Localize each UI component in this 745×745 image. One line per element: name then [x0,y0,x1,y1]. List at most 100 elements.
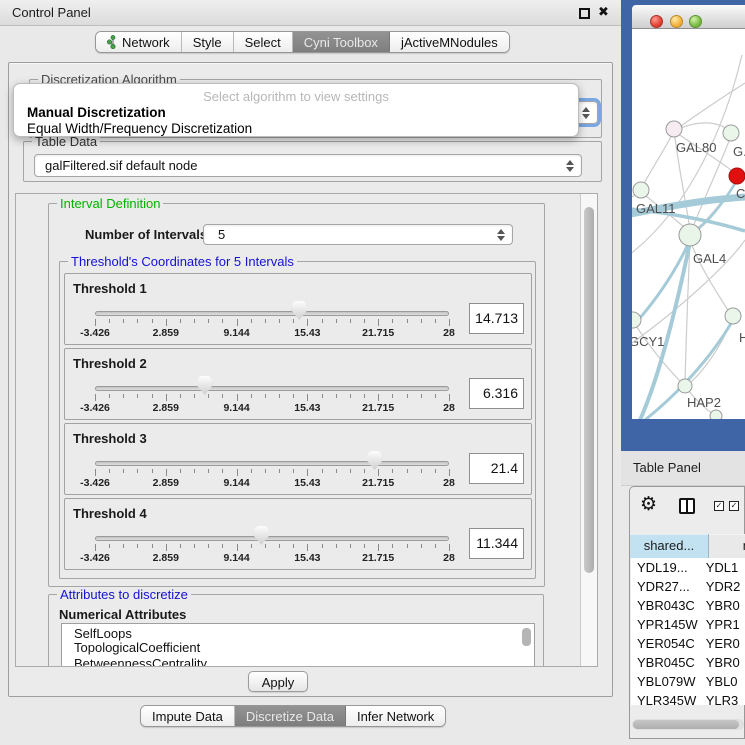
list-item[interactable]: TopologicalCoefficient [62,640,534,656]
slider-thumb[interactable] [197,376,212,395]
columns-icon[interactable] [679,498,695,514]
tick-mark [208,544,209,548]
close-icon[interactable]: ✖ [598,4,609,20]
interval-definition-group: Interval Definition Number of Intervals … [48,203,545,587]
network-node[interactable] [679,224,701,246]
tab-jactivemnodules[interactable]: jActiveMNodules [390,32,509,52]
threshold-value-field[interactable]: 14.713 [469,303,524,334]
table-data-value: galFiltered.sif default node [45,158,197,173]
number-of-intervals-combobox[interactable]: 5 [203,224,513,245]
slider-track[interactable] [95,536,449,541]
table-row[interactable]: YDR27...YDR2 [631,577,745,596]
tab-impute-data[interactable]: Impute Data [141,706,235,726]
network-node[interactable] [710,410,722,419]
network-node[interactable] [725,308,741,324]
tab-infer-network[interactable]: Infer Network [346,706,445,726]
zoom-light-icon[interactable] [689,15,702,28]
network-node[interactable] [666,121,682,137]
tab-cyni-toolbox[interactable]: Cyni Toolbox [293,32,390,52]
table-hscrollbar[interactable] [632,719,744,730]
threshold-label: Threshold 2 [73,356,147,371]
slider-track[interactable] [95,461,449,466]
float-window-icon[interactable] [579,8,590,19]
tick-mark [237,319,238,326]
table-hscrollbar-thumb[interactable] [633,720,739,729]
settings-scrollbar-thumb[interactable] [584,207,594,573]
minimize-light-icon[interactable] [670,15,683,28]
combo-arrows-icon [496,228,505,242]
table-row[interactable]: YLR345WYLR3 [631,691,745,705]
cell-name: YLR3 [706,691,745,705]
table-row[interactable]: YER054CYER0 [631,634,745,653]
tick-mark [152,469,153,473]
list-item[interactable]: SelfLoops [62,624,534,640]
slider-track[interactable] [95,386,449,391]
slider-scale-labels: -3.4262.8599.14415.4321.71528 [95,327,449,339]
cell-name: YBL0 [706,672,745,691]
network-node[interactable] [723,125,739,141]
tab-network[interactable]: Network [96,32,182,52]
tab-style[interactable]: Style [182,32,234,52]
tab-discretize-data[interactable]: Discretize Data [235,706,346,726]
network-node[interactable] [632,312,641,328]
list-scrollbar-thumb[interactable] [522,628,531,646]
network-node-label: G. [733,144,745,159]
slider-thumb[interactable] [367,451,382,470]
threshold-value-field[interactable]: 21.4 [469,453,524,484]
table-row[interactable]: YBR045CYBR0 [631,653,745,672]
table-row[interactable]: YPR145WYPR1 [631,615,745,634]
threshold-value-field[interactable]: 6.316 [469,378,524,409]
table-header-row: shared... n [630,534,745,558]
tick-mark [123,319,124,323]
network-node-label: HAP2 [687,395,721,410]
table-row[interactable]: YBL079WYBL0 [631,672,745,691]
checkbox-icon[interactable]: ✓ [729,501,739,511]
column-header-name[interactable]: n [709,534,745,558]
tab-select[interactable]: Select [234,32,293,52]
settings-scrollpane: Interval Definition Number of Intervals … [15,193,598,667]
thresholds-group: Threshold's Coordinates for 5 Intervals … [59,261,536,579]
numerical-attributes-list[interactable]: SelfLoopsTopologicalCoefficientBetweenne… [61,623,535,667]
threshold-label: Threshold 3 [73,431,147,446]
close-light-icon[interactable] [650,15,663,28]
tick-mark [180,469,181,473]
threshold-value-field[interactable]: 11.344 [469,528,524,559]
tick-mark [109,319,110,323]
list-item[interactable]: BetweennessCentrality [62,656,534,667]
network-node-label: C [736,186,745,201]
dropdown-item-manual[interactable]: Manual Discretization [27,105,166,120]
tick-mark [293,544,294,548]
table-row[interactable]: YDL19...YDL1 [631,558,745,577]
table-data-combobox[interactable]: galFiltered.sif default node [34,154,582,177]
tick-mark [237,394,238,401]
network-node[interactable] [729,168,745,184]
slider-track[interactable] [95,311,449,316]
table-row[interactable]: YBR043CYBR0 [631,596,745,615]
settings-scrollbar[interactable] [580,194,597,666]
scale-label: -3.426 [80,402,110,414]
checkbox-icon[interactable]: ✓ [714,501,724,511]
table-data-group: Table Data galFiltered.sif default node [23,141,602,182]
tick-mark [265,319,266,323]
tick-mark [194,319,195,323]
network-canvas[interactable]: G.GAL80CGAL11GAL4GCY1HHAP2 [632,29,745,419]
tick-mark [421,544,422,548]
dropdown-item-equal-width[interactable]: Equal Width/Frequency Discretization [27,121,252,136]
tick-mark [449,469,450,476]
tick-mark [180,394,181,398]
gear-icon[interactable]: ⚙ [640,493,657,516]
network-node[interactable] [633,182,649,198]
slider-thumb[interactable] [254,526,269,545]
slider-thumb[interactable] [292,301,307,320]
slider-ticks [95,469,449,477]
table-rows: YDL19...YDL1YDR27...YDR2YBR043CYBR0YPR14… [631,558,745,705]
apply-button[interactable]: Apply [248,671,308,692]
column-header-shared-name[interactable]: shared... [630,534,709,558]
tick-mark [208,469,209,473]
tick-mark [194,544,195,548]
tick-mark [279,394,280,398]
network-node[interactable] [678,379,692,393]
scale-label: 21.715 [362,327,394,339]
scale-label: 9.144 [223,477,249,489]
scale-label: 28 [443,552,455,564]
